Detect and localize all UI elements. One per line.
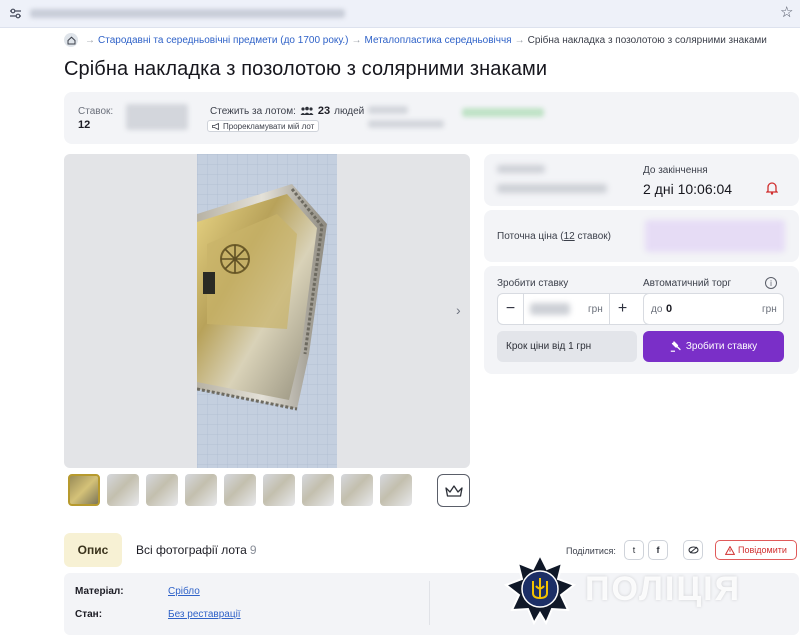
home-icon[interactable] <box>64 33 78 47</box>
people-icon <box>300 106 314 115</box>
watch-label: Стежить за лотом: <box>210 105 296 117</box>
auto-bid-prefix: до <box>651 304 663 315</box>
auto-bid-label: Автоматичний торг <box>643 278 732 289</box>
auto-bid-input[interactable]: до 0 грн <box>643 293 784 325</box>
decrease-bid-button[interactable]: − <box>498 294 524 324</box>
breadcrumb-link-subcategory[interactable]: Металопластика середньовіччя <box>365 35 512 46</box>
photo-thumbnail[interactable] <box>302 474 334 506</box>
breadcrumb-current: Срібна накладка з позолотою з солярними … <box>527 34 767 46</box>
blurred-info <box>368 106 408 114</box>
police-star-emblem <box>504 553 576 625</box>
photo-thumbnail[interactable] <box>380 474 412 506</box>
premium-crown-button[interactable] <box>437 474 470 507</box>
breadcrumb: → Стародавні та середньовічні предмети (… <box>64 32 767 48</box>
page-title: Срібна накладка з позолотою з солярними … <box>64 58 548 80</box>
lot-stats-bar: Ставок: 12 Стежить за лотом: 23 людей Пр… <box>64 92 799 144</box>
promote-lot-button[interactable]: Прорекламувати мій лот <box>207 120 320 132</box>
next-photo-chevron-icon[interactable]: › <box>456 302 461 318</box>
price-step-note: Крок ціни від 1 грн <box>497 331 637 362</box>
watchers-info: Стежить за лотом: 23 людей <box>210 105 364 117</box>
photo-thumbnail[interactable] <box>224 474 256 506</box>
divider <box>429 581 430 625</box>
auction-timer-panel <box>484 154 799 206</box>
photo-thumbnail[interactable] <box>341 474 373 506</box>
blurred-info <box>462 108 544 117</box>
increase-bid-button[interactable]: + <box>609 294 635 324</box>
bid-currency: грн <box>588 304 603 315</box>
property-value-link[interactable]: Срібло <box>168 586 200 597</box>
crown-icon <box>444 484 463 497</box>
current-price-label: Поточна ціна (12 ставок) <box>497 231 611 242</box>
info-icon[interactable]: i <box>765 277 777 289</box>
place-bid-button-label: Зробити ставку <box>685 341 758 352</box>
bids-count-link[interactable]: 12 <box>564 231 575 242</box>
breadcrumb-separator: → <box>351 34 362 46</box>
auto-bid-value: 0 <box>666 303 673 315</box>
gavel-icon <box>670 341 681 352</box>
blurred-info <box>126 104 188 130</box>
photo-thumbnail[interactable] <box>68 474 100 506</box>
lot-photo-gallery[interactable]: › <box>64 154 470 468</box>
blurred-info <box>497 165 545 173</box>
property-label: Матеріал: <box>75 586 124 597</box>
place-bid-label: Зробити ставку <box>497 278 569 289</box>
tab-all-photos[interactable]: Всі фотографії лота 9 <box>136 543 257 557</box>
photo-thumbnail[interactable] <box>263 474 295 506</box>
watch-count: 23 <box>317 105 331 117</box>
bids-label: Ставок: <box>78 106 114 117</box>
bids-count-suffix: ставок <box>577 231 608 242</box>
breadcrumb-separator: → <box>85 34 95 46</box>
lot-photo <box>197 154 337 468</box>
browser-address-bar: ☆ <box>0 0 800 28</box>
auto-bid-currency: грн <box>762 304 777 315</box>
site-settings-icon[interactable] <box>9 7 22 20</box>
property-value-link[interactable]: Без реставрації <box>168 609 241 620</box>
bell-icon[interactable] <box>766 181 778 195</box>
property-label: Стан: <box>75 609 103 620</box>
tab-all-photos-label: Всі фотографії лота <box>136 543 247 557</box>
bookmark-star-icon[interactable]: ☆ <box>780 5 793 21</box>
watch-unit: людей <box>334 105 365 117</box>
blurred-info <box>645 220 785 252</box>
countdown-timer: 2 дні 10:06:04 <box>643 181 733 197</box>
bids-value: 12 <box>78 119 91 131</box>
current-price-text: Поточна ціна <box>497 231 558 242</box>
photo-thumbnails <box>68 474 412 506</box>
photo-thumbnail[interactable] <box>146 474 178 506</box>
until-end-label: До закінчення <box>643 165 708 176</box>
blurred-info <box>368 120 444 128</box>
police-watermark: ПОЛІЦІЯ <box>500 548 800 635</box>
url-text-blurred[interactable] <box>30 9 345 18</box>
photo-thumbnail[interactable] <box>185 474 217 506</box>
tab-description[interactable]: Опис <box>64 533 122 567</box>
megaphone-icon <box>212 122 219 130</box>
bid-amount-stepper: − грн + <box>497 293 653 325</box>
place-bid-button[interactable]: Зробити ставку <box>643 331 784 362</box>
breadcrumb-separator: → <box>514 34 525 46</box>
photo-thumbnail[interactable] <box>107 474 139 506</box>
promote-label: Прорекламувати мій лот <box>223 121 315 131</box>
blurred-info <box>497 184 607 193</box>
photo-count: 9 <box>249 543 257 557</box>
blurred-info <box>530 303 570 315</box>
breadcrumb-link-category[interactable]: Стародавні та середньовічні предмети (до… <box>98 35 349 46</box>
watermark-text: ПОЛІЦІЯ <box>585 570 742 608</box>
